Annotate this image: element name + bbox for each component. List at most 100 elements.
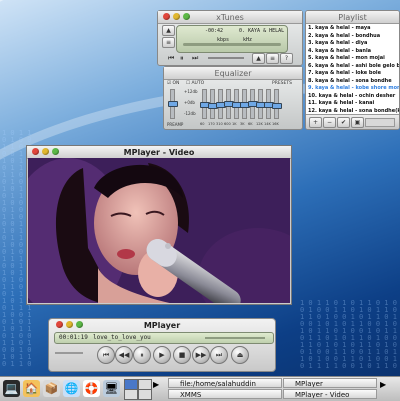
eq-band-slider[interactable] <box>256 89 266 119</box>
home-icon[interactable]: 🏠 <box>23 380 40 397</box>
mplayer-pause-button[interactable]: ⏸ <box>133 346 151 364</box>
eq-band-label: 60 <box>200 122 205 126</box>
playlist-item[interactable]: 11. kaya & helal - kanai <box>308 100 399 108</box>
eq-band-slider[interactable] <box>208 89 218 119</box>
eq-on-toggle[interactable]: ☑ ON <box>167 81 179 86</box>
pager-desktop-3[interactable] <box>124 389 138 400</box>
eq-slider-knob[interactable] <box>168 100 178 107</box>
video-minimize-dot-icon[interactable] <box>42 148 49 155</box>
eq-toggle-button[interactable]: ≡ <box>266 53 279 64</box>
playlist-titlebar[interactable]: Playlist <box>306 11 399 24</box>
mplayer-volume-slider[interactable] <box>55 352 83 354</box>
eq-on-label: ON <box>172 81 180 86</box>
next-button[interactable]: ⏭ <box>192 54 198 63</box>
video-frame[interactable] <box>28 158 290 303</box>
pause-button[interactable]: ⏸ <box>180 54 184 63</box>
eq-band-label: 600 <box>224 122 231 126</box>
prev-button[interactable]: ⏮ <box>168 54 174 63</box>
equalizer-titlebar[interactable]: Equalizer <box>164 67 302 80</box>
taskbar-right-arrow-icon[interactable]: ▶ <box>380 380 386 389</box>
help-lifebuoy-icon[interactable]: 🛟 <box>83 380 100 397</box>
eq-preamp-label: PREAMP <box>167 122 184 127</box>
mplayer-rewind-button[interactable]: ◀◀ <box>115 346 133 364</box>
eq-band-slider[interactable] <box>240 89 250 119</box>
mplayer-prev-button[interactable]: ⏮ <box>97 346 115 364</box>
eq-preamp-slider[interactable] <box>168 89 178 119</box>
xtunes-side-button-1[interactable]: ▲ <box>162 25 175 36</box>
eq-auto-toggle[interactable]: ☐ AUTO <box>186 81 204 86</box>
help-button[interactable]: ? <box>280 53 293 64</box>
volume-slider[interactable] <box>208 57 244 59</box>
eq-band-label: 1K <box>232 122 237 126</box>
eq-band-slider[interactable] <box>272 89 282 119</box>
video-zoom-dot-icon[interactable] <box>52 148 59 155</box>
playlist-item[interactable]: 3. kaya & helal - diya <box>308 40 399 48</box>
eq-band-slider[interactable] <box>224 89 234 119</box>
eq-slider-knob[interactable] <box>272 103 282 110</box>
mplayer-zoom-dot-icon[interactable] <box>76 321 83 328</box>
mplayer-forward-button[interactable]: ▶▶ <box>192 346 210 364</box>
playlist-title: Playlist <box>338 12 367 22</box>
eq-band-label: 170 <box>208 122 215 126</box>
playlist-select-button[interactable]: ✔ <box>337 117 350 128</box>
terminal-icon[interactable]: 💻 <box>3 380 20 397</box>
playlist-item[interactable]: 1. kaya & helal - maya <box>308 25 399 33</box>
mplayer-stop-button[interactable]: ■ <box>173 346 191 364</box>
xtunes-window: xTunes ▲ ≡ -00:42 0. KAYA & HELAL kbps k… <box>157 10 303 66</box>
eq-auto-label: AUTO <box>191 81 205 86</box>
task-file-manager-label: file:/home/salahuddin <box>180 380 256 388</box>
mplayer-close-dot-icon[interactable] <box>56 321 63 328</box>
task-mplayer[interactable]: MPlayer <box>283 378 377 388</box>
taskbar-arrow-icon[interactable]: ▶ <box>153 380 159 389</box>
eject-button[interactable]: ▲ <box>252 53 265 64</box>
eq-band-slider[interactable] <box>232 89 242 119</box>
playlist-item[interactable]: 6. kaya & helal - ashi bole gelo bondhu <box>308 63 399 71</box>
playlist-misc-button[interactable]: ▣ <box>351 117 364 128</box>
xtunes-seek-bar[interactable] <box>183 43 281 46</box>
eq-band-slider[interactable] <box>248 89 258 119</box>
mplayer-next-button[interactable]: ⏭ <box>210 346 228 364</box>
task-file-manager[interactable]: file:/home/salahuddin <box>168 378 282 388</box>
mplayer-seek-bar[interactable] <box>205 337 265 339</box>
playlist-item[interactable]: 4. kaya & helal - banla <box>308 48 399 56</box>
close-dot-icon[interactable] <box>163 13 170 20</box>
xtunes-title: xTunes <box>216 12 244 22</box>
mplayer-minimize-dot-icon[interactable] <box>66 321 73 328</box>
minimize-dot-icon[interactable] <box>173 13 180 20</box>
playlist-remove-button[interactable]: − <box>323 117 336 128</box>
task-xmms[interactable]: XMMS <box>168 389 282 399</box>
package-icon[interactable]: 📦 <box>43 380 60 397</box>
xtunes-side-button-2[interactable]: ≡ <box>162 37 175 48</box>
xtunes-titlebar[interactable]: xTunes <box>158 11 302 24</box>
playlist-item[interactable]: 8. kaya & helal - sona bondhe <box>308 78 399 86</box>
task-xmms-label: XMMS <box>180 391 202 399</box>
video-window: MPlayer - Video <box>26 145 292 305</box>
eq-band-slider[interactable] <box>264 89 274 119</box>
playlist-item[interactable]: 5. kaya & helal - mon mojai <box>308 55 399 63</box>
playlist-add-button[interactable]: + <box>309 117 322 128</box>
eq-presets-button[interactable]: PRESETS <box>272 81 292 86</box>
mplayer-eject-button[interactable]: ⏏ <box>231 346 249 364</box>
playlist-item[interactable]: 9. kaya & helal - kobe shore moner a <box>308 85 399 93</box>
task-mplayer-video[interactable]: MPlayer - Video <box>283 389 377 399</box>
mplayer-titlebar[interactable]: MPlayer <box>49 319 275 331</box>
desktop-icon[interactable]: 🖥 <box>103 380 120 397</box>
eq-band-slider[interactable] <box>216 89 226 119</box>
eq-db-zero: +0db <box>184 100 195 105</box>
xtunes-time: -00:42 <box>205 28 224 34</box>
pager-desktop-4[interactable] <box>138 389 152 400</box>
eq-band-label: 6K <box>248 122 253 126</box>
eq-band-label: 12K <box>256 122 263 126</box>
browser-icon[interactable]: 🌐 <box>63 380 80 397</box>
playlist-bottom-bar: + − ✔ ▣ <box>306 114 399 129</box>
playlist-item[interactable]: 7. kaya & helal - loke bole <box>308 70 399 78</box>
playlist-item[interactable]: 2. kaya & helal - bondhua <box>308 33 399 41</box>
wallpaper-matrix-right: 1 0 1 1 0 1 0 1 1 0 1 0 0 1 0 0 1 1 0 1 … <box>300 299 397 370</box>
zoom-dot-icon[interactable] <box>183 13 190 20</box>
mplayer-title: MPlayer <box>143 320 181 330</box>
eq-band-slider[interactable] <box>200 89 210 119</box>
taskbar: 💻 🏠 📦 🌐 🛟 🖥 ▶ file:/home/salahuddin MPla… <box>0 376 400 401</box>
playlist-item[interactable]: 10. kaya & helal - ochin desher <box>308 93 399 101</box>
mplayer-play-button[interactable]: ▶ <box>153 346 171 364</box>
video-close-dot-icon[interactable] <box>32 148 39 155</box>
